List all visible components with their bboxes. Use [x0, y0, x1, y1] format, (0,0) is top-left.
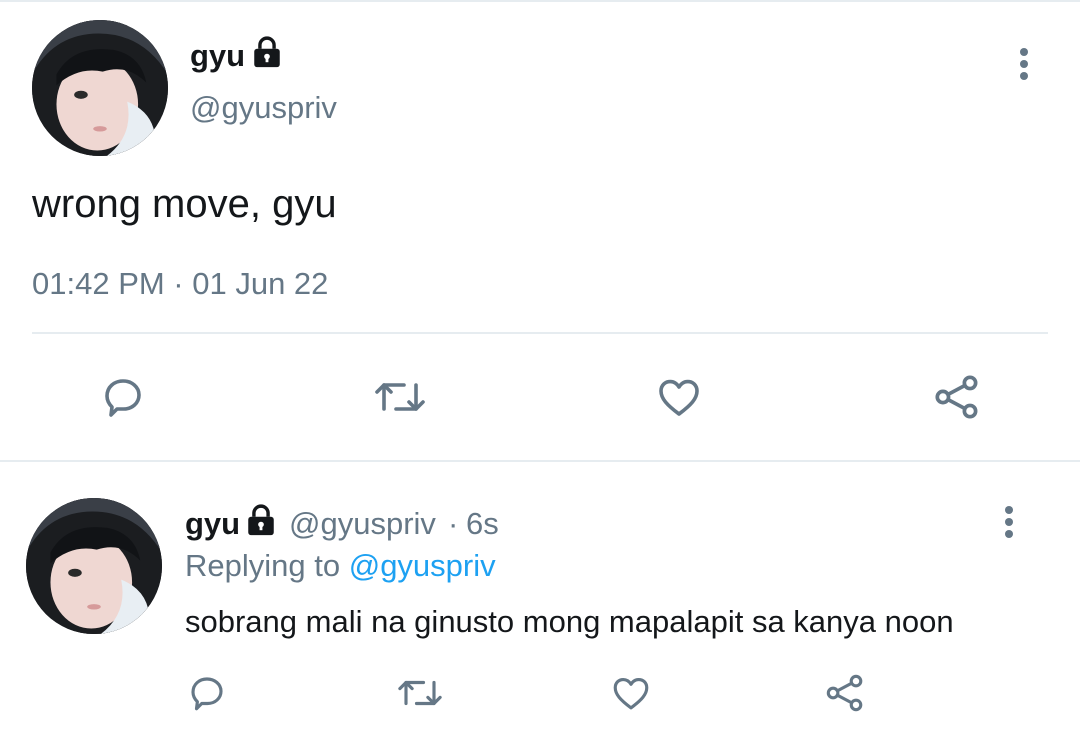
separator-dot: ·: [448, 506, 459, 541]
tweet-age[interactable]: 6s: [466, 506, 499, 542]
user-handle[interactable]: @gyuspriv: [289, 506, 436, 542]
retweet-icon[interactable]: [394, 672, 446, 714]
like-icon[interactable]: [654, 372, 704, 422]
tweet-text: sobrang mali na ginusto mong mapalapit s…: [185, 604, 954, 639]
avatar[interactable]: [26, 498, 162, 634]
replying-to-label: Replying to: [185, 548, 341, 583]
display-name[interactable]: gyu: [185, 506, 240, 542]
reply-icon[interactable]: [186, 672, 228, 714]
like-icon[interactable]: [610, 672, 652, 714]
tweet-timestamp[interactable]: 01:42 PM · 01 Jun 22: [32, 266, 328, 302]
avatar[interactable]: [32, 20, 168, 156]
section-divider: [0, 460, 1080, 462]
display-name[interactable]: gyu: [190, 38, 245, 74]
retweet-icon[interactable]: [370, 372, 430, 422]
divider: [32, 332, 1048, 334]
replying-to: Replying to @gyuspriv: [185, 548, 496, 584]
tweet-text: wrong move, gyu: [32, 182, 337, 226]
lock-icon: [244, 504, 278, 538]
reply-icon[interactable]: [98, 372, 148, 422]
lock-icon: [250, 36, 284, 70]
more-vertical-icon[interactable]: [997, 506, 1021, 538]
top-border: [0, 0, 1080, 2]
avatar-image: [32, 20, 168, 156]
more-vertical-icon[interactable]: [1012, 48, 1036, 80]
user-handle[interactable]: @gyuspriv: [190, 90, 337, 126]
share-icon[interactable]: [822, 670, 868, 716]
avatar-image: [26, 498, 162, 634]
share-icon[interactable]: [930, 370, 984, 424]
mention-link[interactable]: @gyuspriv: [349, 548, 496, 583]
